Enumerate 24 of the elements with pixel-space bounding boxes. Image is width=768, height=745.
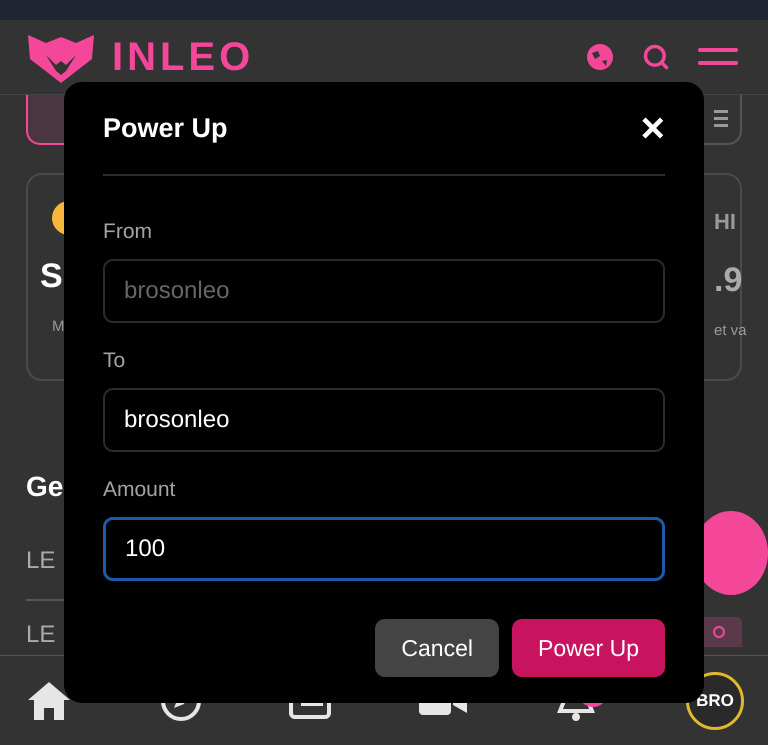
power-up-button[interactable]: Power Up: [512, 619, 665, 677]
input-field[interactable]: brosonleo: [103, 388, 665, 452]
search-icon[interactable]: [642, 43, 670, 71]
field-label: From: [103, 220, 153, 244]
list-row-text[interactable]: LE: [26, 621, 56, 649]
dialog-title: Power Up: [103, 112, 228, 144]
menu-icon[interactable]: [698, 48, 738, 66]
field-label: Amount: [103, 478, 176, 502]
logo-text[interactable]: INLEO: [112, 34, 254, 80]
card-title: HI: [714, 209, 737, 235]
card-value: .9: [714, 261, 742, 300]
list-row-text[interactable]: LE: [26, 547, 56, 575]
section-title: Ge: [26, 471, 64, 503]
close-button[interactable]: ×: [640, 107, 665, 149]
card-value: S: [40, 257, 63, 296]
field-label: To: [103, 349, 126, 373]
cancel-button[interactable]: Cancel: [375, 619, 500, 677]
card-caption: M: [52, 318, 64, 335]
card-caption: et va: [714, 322, 747, 339]
list-icon: [714, 110, 728, 128]
circle-icon: [712, 625, 726, 639]
input-field[interactable]: 100: [103, 517, 665, 581]
home-icon[interactable]: [26, 680, 72, 722]
globe-icon[interactable]: [586, 43, 614, 71]
